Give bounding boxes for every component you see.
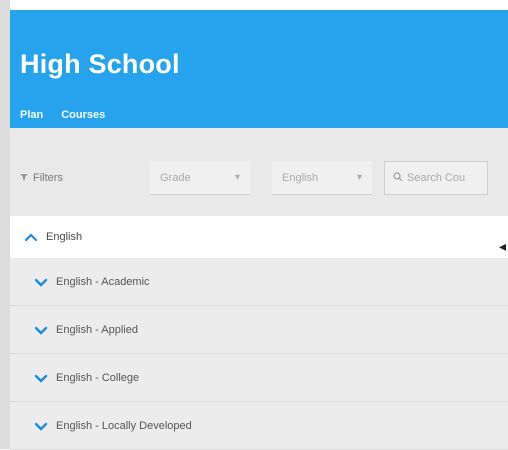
list-item[interactable]: English - Locally Developed [10,402,508,450]
page-title: High School [20,49,180,79]
chevron-down-icon [34,421,48,431]
list-item-label: English - Locally Developed [56,419,192,432]
search-input[interactable]: Search Cou [407,172,465,184]
list-item-label: English - College [56,371,140,384]
list-item[interactable]: English - Academic [10,258,508,306]
filter-icon [20,172,28,184]
list-item-label: English - Academic [56,275,150,288]
section-english[interactable]: English [10,216,508,258]
caret-down-icon: ▾ [356,172,362,183]
list-item-label: English - Applied [56,323,138,336]
left-edge-bar [0,0,10,449]
filters-text: Filters [33,172,63,184]
search-box[interactable]: Search Cou [384,161,488,195]
app-frame: High School Plan Courses Filters Grade ▾… [0,0,508,450]
courses-content: Filters Grade ▾ English ▾ Search Cou Eng… [10,128,508,450]
filters-bar: Filters Grade ▾ English ▾ Search Cou [10,148,508,208]
caret-down-icon: ▾ [234,172,240,183]
chevron-down-icon [34,373,48,383]
list-item[interactable]: English - College [10,354,508,402]
subject-select-value: English [282,171,319,184]
page-header: High School Plan Courses [10,10,508,139]
chevron-down-icon [34,325,48,335]
filters-label: Filters [20,172,150,184]
list-item[interactable]: English - Applied [10,306,508,354]
chevron-up-icon [24,232,38,242]
grade-select[interactable]: Grade ▾ [150,161,250,195]
chevron-down-icon [34,277,48,287]
left-arrow-icon: ◂ [498,238,506,254]
subject-select[interactable]: English ▾ [272,161,372,195]
section-english-label: English [46,231,83,243]
search-icon [393,171,403,185]
grade-select-value: Grade [160,171,191,184]
